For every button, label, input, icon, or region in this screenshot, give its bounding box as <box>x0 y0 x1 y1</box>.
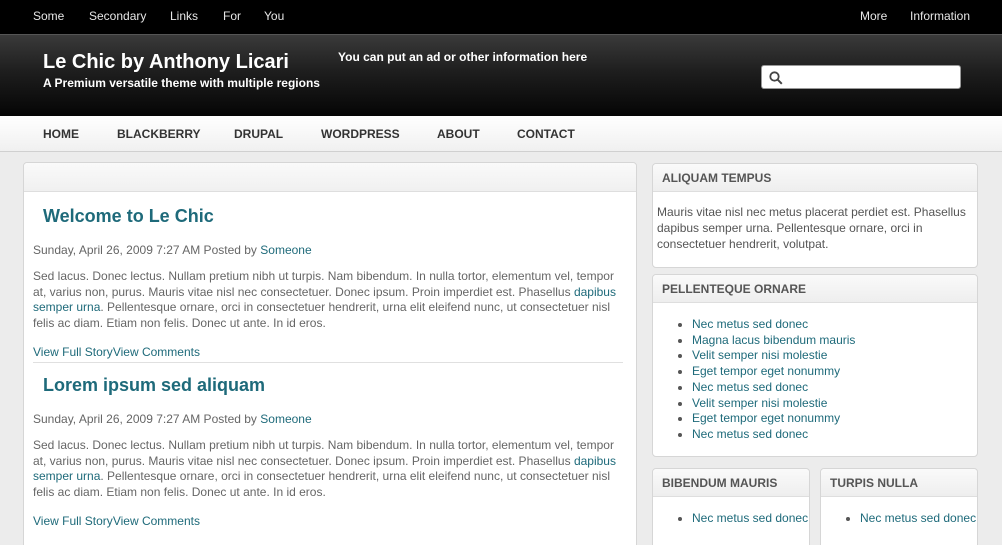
list-item: Nec metus sed donec <box>692 427 977 443</box>
list-item-link[interactable]: Nec metus sed donec <box>692 317 808 331</box>
main-nav: HOME BLACKBERRY DRUPAL WORDPRESS ABOUT C… <box>0 116 1002 152</box>
topbar-link-more[interactable]: More <box>860 9 887 23</box>
list-item: Eget tempor eget nonummy <box>692 411 977 427</box>
post-body-text: . Pellentesque ornare, orci in consectet… <box>33 469 611 500</box>
view-full-story-link[interactable]: View Full Story <box>33 514 113 528</box>
list-item: Nec metus sed donec <box>692 317 977 333</box>
top-bar: Some Secondary Links For You More Inform… <box>0 0 1002 34</box>
view-comments-link[interactable]: View Comments <box>113 345 200 359</box>
topbar-link-links[interactable]: Links <box>170 9 198 23</box>
block-text: Mauris vitae nisl nec metus placerat per… <box>657 205 966 251</box>
block-aliquam-tempus: ALIQUAM TEMPUS Mauris vitae nisl nec met… <box>652 163 978 268</box>
topbar-link-secondary[interactable]: Secondary <box>89 9 146 23</box>
post-links: View Full StoryView Comments <box>33 345 200 359</box>
list-item-link[interactable]: Eget tempor eget nonummy <box>692 364 840 378</box>
block-title: TURPIS NULLA <box>821 469 977 497</box>
block-bibendum-mauris: BIBENDUM MAURIS Nec metus sed donec <box>652 468 810 545</box>
list-item-link[interactable]: Nec metus sed donec <box>692 427 808 441</box>
block-title: PELLENTEQUE ORNARE <box>653 275 977 303</box>
search-input[interactable] <box>788 69 956 85</box>
ad-region-text: You can put an ad or other information h… <box>338 50 588 64</box>
nav-wordpress[interactable]: WORDPRESS <box>321 127 400 141</box>
post-links: View Full StoryView Comments <box>33 514 200 528</box>
post-author-link[interactable]: Someone <box>260 243 311 257</box>
list-item: Nec metus sed donec <box>692 380 977 396</box>
list-item-link[interactable]: Eget tempor eget nonummy <box>692 411 840 425</box>
list-item-link[interactable]: Nec metus sed donec <box>692 511 808 525</box>
block-pellenteque-ornare: PELLENTEQUE ORNARE Nec metus sed donec M… <box>652 274 978 457</box>
block-list: Nec metus sed donec <box>653 497 809 527</box>
post-body: Sed lacus. Donec lectus. Nullam pretium … <box>33 269 623 332</box>
nav-home[interactable]: HOME <box>43 127 79 141</box>
post-body: Sed lacus. Donec lectus. Nullam pretium … <box>33 438 623 501</box>
post-body-text: Sed lacus. Donec lectus. Nullam pretium … <box>33 269 614 299</box>
list-item: Velit semper nisi molestie <box>692 396 977 412</box>
block-list: Nec metus sed donec Magna lacus bibendum… <box>653 303 977 443</box>
list-item-link[interactable]: Magna lacus bibendum mauris <box>692 333 855 347</box>
list-item-link[interactable]: Nec metus sed donec <box>692 380 808 394</box>
list-item: Velit semper nisi molestie <box>692 348 977 364</box>
list-item-link[interactable]: Velit semper nisi molestie <box>692 396 827 410</box>
post-meta: Sunday, April 26, 2009 7:27 AM Posted by… <box>33 412 312 426</box>
topbar-link-information[interactable]: Information <box>910 9 970 23</box>
topbar-link-for[interactable]: For <box>223 9 241 23</box>
list-item: Nec metus sed donec <box>692 511 809 527</box>
block-title: BIBENDUM MAURIS <box>653 469 809 497</box>
post-meta: Sunday, April 26, 2009 7:27 AM Posted by… <box>33 243 312 257</box>
post-title[interactable]: Lorem ipsum sed aliquam <box>43 375 265 396</box>
post-date: Sunday, April 26, 2009 7:27 AM Posted by <box>33 412 261 426</box>
content-header-strip <box>24 163 636 192</box>
search-box <box>761 65 961 89</box>
search-icon[interactable] <box>769 71 783 85</box>
post-body-text: . Pellentesque ornare, orci in consectet… <box>33 300 611 331</box>
list-item: Nec metus sed donec <box>860 511 977 527</box>
post-author-link[interactable]: Someone <box>260 412 311 426</box>
list-item-link[interactable]: Velit semper nisi molestie <box>692 348 827 362</box>
post-body-text: Sed lacus. Donec lectus. Nullam pretium … <box>33 438 614 468</box>
view-comments-link[interactable]: View Comments <box>113 514 200 528</box>
list-item: Eget tempor eget nonummy <box>692 364 977 380</box>
list-item: Magna lacus bibendum mauris <box>692 333 977 349</box>
block-list: Nec metus sed donec <box>821 497 977 527</box>
block-turpis-nulla: TURPIS NULLA Nec metus sed donec <box>820 468 978 545</box>
nav-drupal[interactable]: DRUPAL <box>234 127 283 141</box>
nav-blackberry[interactable]: BLACKBERRY <box>117 127 201 141</box>
site-header: Le Chic by Anthony Licari A Premium vers… <box>0 34 1002 116</box>
topbar-link-some[interactable]: Some <box>33 9 64 23</box>
site-title[interactable]: Le Chic by Anthony Licari <box>43 51 289 74</box>
post-divider <box>33 362 623 363</box>
nav-contact[interactable]: CONTACT <box>517 127 575 141</box>
post-title[interactable]: Welcome to Le Chic <box>43 206 214 227</box>
post-date: Sunday, April 26, 2009 7:27 AM Posted by <box>33 243 261 257</box>
list-item-link[interactable]: Nec metus sed donec <box>860 511 976 525</box>
block-title: ALIQUAM TEMPUS <box>653 164 977 192</box>
main-content: Welcome to Le Chic Sunday, April 26, 200… <box>23 162 637 545</box>
nav-about[interactable]: ABOUT <box>437 127 480 141</box>
view-full-story-link[interactable]: View Full Story <box>33 345 113 359</box>
topbar-link-you[interactable]: You <box>264 9 284 23</box>
site-slogan: A Premium versatile theme with multiple … <box>43 76 320 90</box>
